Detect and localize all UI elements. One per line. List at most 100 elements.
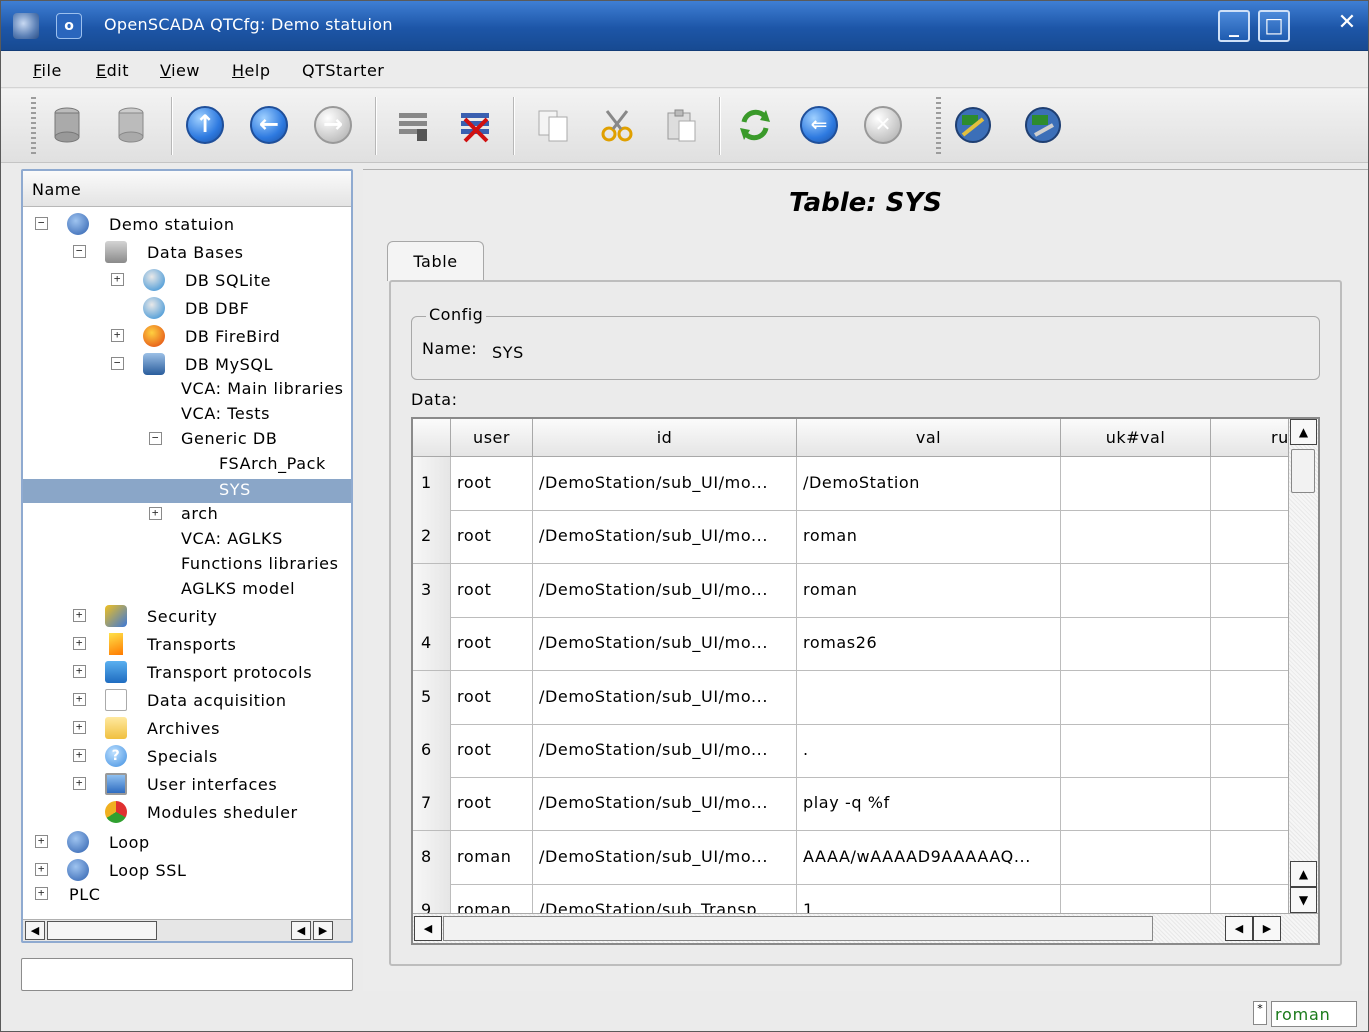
tree-item-db-dbf[interactable]: DB DBF — [23, 295, 351, 322]
window-menu-icon[interactable]: o — [56, 13, 82, 39]
tree-item-security[interactable]: + Security — [23, 603, 351, 630]
add-item-icon[interactable] — [391, 103, 435, 147]
tree-item-functions-libraries[interactable]: Functions libraries — [23, 554, 351, 581]
cell-id[interactable]: /DemoStation/sub_UI/mo... — [533, 510, 797, 565]
minimize-button[interactable]: _ — [1218, 10, 1250, 42]
tree-item-vca-main-libraries[interactable]: VCA: Main libraries — [23, 379, 351, 406]
scroll-thumb[interactable] — [47, 921, 157, 940]
row-number[interactable]: 3 — [413, 563, 451, 618]
start-icon[interactable]: ⇐ — [797, 103, 841, 147]
expand-icon[interactable]: + — [111, 329, 124, 342]
column-header-uk-val[interactable]: uk#val — [1061, 419, 1211, 457]
collapse-icon[interactable]: − — [73, 245, 86, 258]
tree-item-generic-db[interactable]: − Generic DB — [23, 429, 351, 456]
expand-icon[interactable]: + — [73, 749, 86, 762]
cell-val[interactable]: /DemoStation — [797, 457, 1061, 511]
cell-id[interactable]: /DemoStation/sub_UI/mo... — [533, 457, 797, 511]
collapse-icon[interactable]: − — [35, 217, 48, 230]
cell-id[interactable]: /DemoStation/sub_UI/mo... — [533, 670, 797, 725]
tree-item-user-interfaces[interactable]: + User interfaces — [23, 771, 351, 798]
cut-icon[interactable] — [595, 103, 639, 147]
expand-icon[interactable]: + — [149, 507, 162, 520]
cell-val[interactable]: romas26 — [797, 617, 1061, 672]
tree-item-aglks-model[interactable]: AGLKS model — [23, 579, 351, 606]
forward-icon[interactable]: → — [311, 103, 355, 147]
toolbar-grip[interactable] — [936, 97, 941, 155]
user-indicator[interactable]: roman — [1271, 1001, 1357, 1027]
tree-item-demo-station[interactable]: − Demo statuion — [23, 211, 351, 238]
expand-icon[interactable]: + — [73, 609, 86, 622]
scroll-down-icon[interactable]: ▼ — [1290, 887, 1317, 913]
cell-id[interactable]: /DemoStation/sub_UI/mo... — [533, 563, 797, 618]
expand-icon[interactable]: + — [73, 665, 86, 678]
tree-item-data-acquisition[interactable]: + Data acquisition — [23, 687, 351, 714]
paste-icon[interactable] — [659, 103, 703, 147]
menu-help[interactable]: Help — [232, 61, 270, 80]
tree-item-loop-ssl[interactable]: + Loop SSL — [23, 857, 351, 884]
menu-view[interactable]: View — [160, 61, 200, 80]
scroll-left-icon[interactable]: ◀ — [25, 921, 45, 940]
menu-file[interactable]: File — [33, 61, 62, 80]
cell-user[interactable]: root — [451, 510, 533, 565]
menu-edit[interactable]: Edit — [96, 61, 129, 80]
tree-item-plc[interactable]: + PLC — [23, 885, 351, 905]
expand-icon[interactable]: + — [73, 777, 86, 790]
stop-icon[interactable]: ✕ — [861, 103, 905, 147]
cell-user[interactable]: root — [451, 563, 533, 618]
cell-user[interactable]: root — [451, 457, 533, 511]
cell-uk-val[interactable] — [1061, 670, 1211, 725]
cell-id[interactable]: /DemoStation/sub_UI/mo... — [533, 777, 797, 832]
tree-item-archives[interactable]: + Archives — [23, 715, 351, 742]
table-horizontal-scrollbar[interactable]: ◀ ◀ ▶ — [413, 913, 1318, 943]
tree-item-loop[interactable]: + Loop — [23, 829, 351, 856]
cell-val[interactable]: roman — [797, 563, 1061, 618]
row-number[interactable]: 5 — [413, 670, 451, 725]
cell-uk-val[interactable] — [1061, 830, 1211, 885]
cell-user[interactable]: roman — [451, 830, 533, 885]
cell-user[interactable]: root — [451, 777, 533, 832]
expand-icon[interactable]: + — [35, 863, 48, 876]
collapse-icon[interactable]: − — [149, 432, 162, 445]
scroll-up-icon[interactable]: ▲ — [1290, 861, 1317, 887]
tree-item-db-firebird[interactable]: + DB FireBird — [23, 323, 351, 350]
copy-icon[interactable] — [531, 103, 575, 147]
column-header-id[interactable]: id — [533, 419, 797, 457]
row-number[interactable]: 4 — [413, 617, 451, 672]
back-icon[interactable]: ← — [247, 103, 291, 147]
uiprog-icon[interactable] — [1021, 103, 1065, 147]
cell-user[interactable]: root — [451, 724, 533, 778]
tree-item-transports[interactable]: + Transports — [23, 631, 351, 658]
tree-header[interactable]: Name — [23, 171, 351, 207]
cell-uk-val[interactable] — [1061, 457, 1211, 511]
cell-val[interactable]: play -q %f — [797, 777, 1061, 832]
db-save-icon[interactable] — [109, 103, 153, 147]
cell-id[interactable]: /DemoStation/sub_UI/mo... — [533, 830, 797, 885]
maximize-button[interactable]: □ — [1258, 10, 1290, 42]
scroll-left-icon[interactable]: ◀ — [291, 921, 311, 940]
collapse-icon[interactable]: − — [111, 357, 124, 370]
expand-icon[interactable]: + — [111, 273, 124, 286]
cell-user[interactable]: root — [451, 670, 533, 725]
tree-item-db-sqlite[interactable]: + DB SQLite — [23, 267, 351, 294]
column-header-user[interactable]: user — [451, 419, 533, 457]
cell-id[interactable]: /DemoStation/sub_UI/mo... — [533, 724, 797, 778]
tree-item-arch[interactable]: + arch — [23, 504, 351, 531]
table-vertical-scrollbar[interactable]: ▲ ▲ ▼ — [1288, 419, 1318, 915]
app-icon[interactable] — [13, 13, 39, 39]
row-number[interactable]: 7 — [413, 777, 451, 832]
scroll-right-icon[interactable]: ▶ — [1253, 916, 1281, 941]
cell-val[interactable] — [797, 670, 1061, 725]
refresh-icon[interactable] — [733, 103, 777, 147]
tree-item-data-bases[interactable]: − Data Bases — [23, 239, 351, 266]
expand-icon[interactable]: + — [73, 721, 86, 734]
tree-item-db-mysql[interactable]: − DB MySQL — [23, 351, 351, 378]
tree-horizontal-scrollbar[interactable]: ◀ ◀ ▶ — [23, 919, 351, 941]
cell-uk-val[interactable] — [1061, 563, 1211, 618]
data-table[interactable]: user id val uk#val ru# 1 root/DemoStation… — [411, 417, 1320, 945]
tree-item-transport-protocols[interactable]: + Transport protocols — [23, 659, 351, 686]
expand-icon[interactable]: + — [35, 887, 48, 900]
scroll-thumb[interactable] — [443, 916, 1153, 941]
corner-header[interactable] — [413, 419, 451, 457]
tree-status-field[interactable] — [21, 958, 353, 991]
scroll-right-icon[interactable]: ▶ — [313, 921, 333, 940]
